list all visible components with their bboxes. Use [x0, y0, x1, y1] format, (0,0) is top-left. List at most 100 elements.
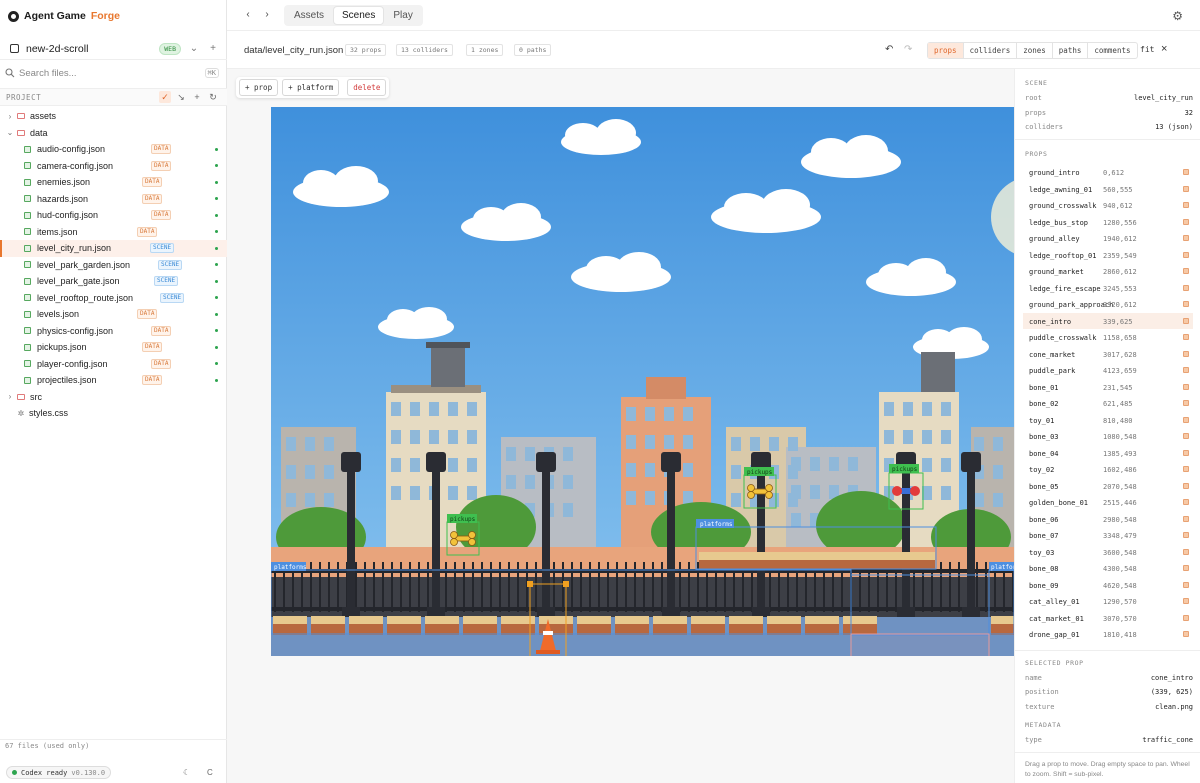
lock-icon[interactable]	[1183, 367, 1189, 373]
delete-button[interactable]: delete	[347, 79, 387, 96]
filter-zones[interactable]: zones	[1016, 43, 1052, 58]
tree-file[interactable]: physics-config.json DATA	[0, 323, 227, 340]
add-prop-button[interactable]: + prop	[239, 79, 279, 96]
lock-icon[interactable]	[1183, 482, 1189, 489]
lock-icon[interactable]	[1183, 416, 1189, 423]
prop-row[interactable]: bone_07 3348,479	[1023, 527, 1193, 544]
refresh-icon[interactable]: ↻	[207, 91, 219, 103]
prop-row[interactable]: ledge_awning_01 560,555	[1023, 181, 1193, 198]
new-file-button[interactable]: +	[191, 91, 203, 103]
theme-moon-icon[interactable]: ☾	[183, 768, 190, 777]
lock-icon[interactable]	[1183, 631, 1189, 637]
collapse-icon[interactable]: ↘	[175, 91, 187, 103]
prop-row[interactable]: bone_01 231,545	[1023, 379, 1193, 396]
prop-row[interactable]: ledge_fire_escape 3245,553	[1023, 280, 1193, 297]
lock-icon[interactable]	[1183, 383, 1189, 390]
lock-icon[interactable]	[1183, 202, 1189, 208]
tree-file[interactable]: pickups.json DATA	[0, 339, 227, 356]
lock-icon[interactable]	[1183, 235, 1189, 241]
prop-row[interactable]: bone_03 1080,548	[1023, 428, 1193, 445]
filter-comments[interactable]: comments	[1087, 43, 1136, 58]
prop-row[interactable]: puddle_crosswalk 1158,658	[1023, 329, 1193, 346]
lock-icon[interactable]	[1183, 532, 1189, 538]
prop-row[interactable]: ground_market 2860,612	[1023, 263, 1193, 280]
tree-file[interactable]: level_park_gate.json SCENE	[0, 273, 227, 290]
lock-icon[interactable]	[1183, 515, 1189, 522]
add-project-button[interactable]: +	[207, 43, 219, 54]
lock-icon[interactable]	[1183, 284, 1189, 291]
tab-play[interactable]: Play	[385, 7, 420, 24]
tree-folder-src[interactable]: › src	[0, 389, 227, 406]
lock-icon[interactable]	[1183, 334, 1189, 340]
fit-button[interactable]: fit	[1140, 45, 1154, 54]
prop-row[interactable]: bone_04 1385,493	[1023, 445, 1193, 462]
prop-row[interactable]: ledge_rooftop_01 2359,549	[1023, 247, 1193, 264]
project-selector[interactable]: new-2d-scroll WEB ⌄ +	[0, 38, 227, 60]
codex-c-icon[interactable]: C	[207, 768, 213, 777]
lock-icon[interactable]	[1183, 169, 1189, 175]
tree-file[interactable]: ✲ styles.css	[0, 405, 227, 422]
tree-file[interactable]: level_city_run.json SCENE	[0, 240, 227, 257]
lock-icon[interactable]	[1183, 433, 1189, 439]
hazard-zone[interactable]	[850, 633, 990, 656]
lock-icon[interactable]	[1183, 449, 1189, 456]
forward-arrow-icon[interactable]: ›	[261, 9, 273, 20]
prop-row[interactable]: ground_intro 0,612	[1023, 164, 1193, 181]
tree-file[interactable]: player-config.json DATA	[0, 356, 227, 373]
prop-row[interactable]: ground_park_approach 3920,612	[1023, 296, 1193, 313]
prop-row[interactable]: ledge_bus_stop 1280,556	[1023, 214, 1193, 231]
tree-file[interactable]: projectiles.json DATA	[0, 372, 227, 389]
lock-icon[interactable]	[1183, 400, 1189, 406]
scene-viewport[interactable]: platforms platforms platforms pickups pi…	[271, 107, 1014, 656]
prop-row[interactable]: puddle_park 4123,659	[1023, 362, 1193, 379]
tree-file[interactable]: items.json DATA	[0, 224, 227, 241]
add-platform-button[interactable]: + platform	[282, 79, 340, 96]
prop-row[interactable]: cat_alley_01 1290,570	[1023, 593, 1193, 610]
tree-file[interactable]: level_park_garden.json SCENE	[0, 257, 227, 274]
prop-row[interactable]: cone_intro 339,625	[1023, 312, 1193, 329]
prop-row[interactable]: bone_05 2070,548	[1023, 478, 1193, 495]
prop-row[interactable]: bone_09 4620,548	[1023, 577, 1193, 594]
tree-file[interactable]: hud-config.json DATA	[0, 207, 227, 224]
tree-file[interactable]: hazards.json DATA	[0, 191, 227, 208]
prop-row[interactable]: bone_06 2980,548	[1023, 511, 1193, 528]
prop-row[interactable]: cone_market 3017,628	[1023, 346, 1193, 363]
chevron-right-icon[interactable]: ›	[3, 392, 17, 401]
codex-status[interactable]: Codex ready v0.130.0	[6, 766, 112, 779]
filter-colliders[interactable]: colliders	[962, 43, 1017, 58]
scene-canvas[interactable]: platforms platforms platforms pickups pi…	[227, 69, 1014, 783]
prop-row[interactable]: toy_01 810,480	[1023, 412, 1193, 429]
prop-row[interactable]: ground_alley 1940,612	[1023, 230, 1193, 247]
tree-folder-data[interactable]: ⌄ data	[0, 125, 227, 142]
tab-assets[interactable]: Assets	[286, 7, 332, 24]
lock-icon[interactable]	[1183, 350, 1189, 357]
prop-row[interactable]: drone_gap_01 1810,418	[1023, 626, 1193, 643]
prop-row[interactable]: bone_08 4300,548	[1023, 560, 1193, 577]
lock-icon[interactable]	[1183, 251, 1189, 258]
lock-icon[interactable]	[1183, 614, 1189, 621]
prop-row[interactable]: toy_03 3600,548	[1023, 544, 1193, 561]
filter-props[interactable]: props	[928, 43, 963, 58]
lock-icon[interactable]	[1183, 301, 1189, 307]
lock-icon[interactable]	[1183, 466, 1189, 472]
lock-icon[interactable]	[1183, 317, 1189, 324]
tree-file[interactable]: level_rooftop_route.json SCENE	[0, 290, 227, 307]
tree-file[interactable]: audio-config.json DATA	[0, 141, 227, 158]
back-arrow-icon[interactable]: ‹	[242, 9, 254, 20]
lock-icon[interactable]	[1183, 185, 1189, 192]
lock-icon[interactable]	[1183, 548, 1189, 555]
prop-row[interactable]: cat_market_01 3070,570	[1023, 610, 1193, 627]
gear-icon[interactable]: ⚙	[1172, 9, 1183, 23]
prop-row[interactable]: bone_02 621,485	[1023, 395, 1193, 412]
chevron-right-icon[interactable]: ›	[3, 112, 17, 121]
tree-file[interactable]: camera-config.json DATA	[0, 158, 227, 175]
check-icon[interactable]: ✓	[159, 91, 171, 103]
redo-icon[interactable]: ↷	[904, 44, 912, 55]
prop-row[interactable]: ground_crosswalk 940,612	[1023, 197, 1193, 214]
close-icon[interactable]: ×	[1161, 43, 1167, 55]
prop-row[interactable]: golden_bone_01 2515,446	[1023, 494, 1193, 511]
tree-folder-assets[interactable]: › assets	[0, 108, 227, 125]
undo-icon[interactable]: ↶	[885, 44, 893, 55]
tree-file[interactable]: levels.json DATA	[0, 306, 227, 323]
lock-icon[interactable]	[1183, 598, 1189, 604]
